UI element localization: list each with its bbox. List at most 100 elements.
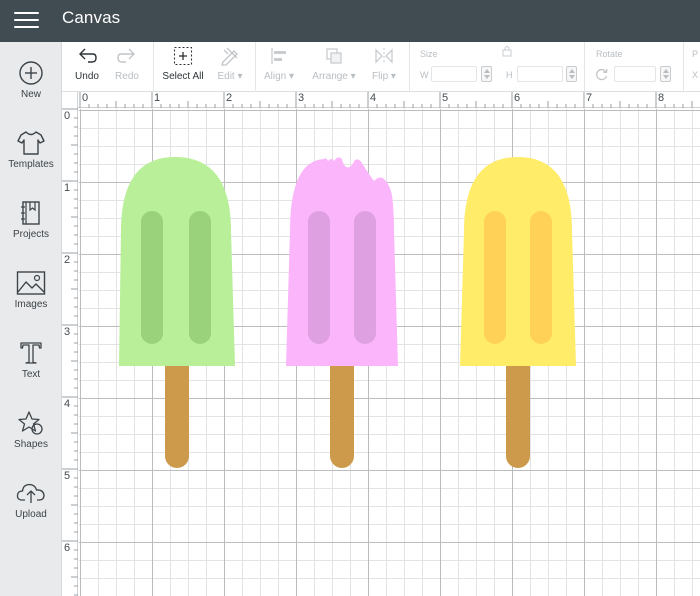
redo-button[interactable]: Redo: [112, 46, 142, 82]
ruler-number: 3: [64, 326, 71, 338]
ruler-number: 6: [514, 92, 521, 104]
menu-icon[interactable]: [14, 10, 40, 32]
redo-icon: [117, 48, 135, 63]
rotate-stepper[interactable]: [660, 66, 671, 82]
popsicle-stripe: [354, 211, 376, 344]
align-dropdown[interactable]: Align ▾: [262, 46, 296, 82]
popsicle-body: [286, 157, 398, 366]
toolbar-divider: [584, 42, 585, 92]
ruler-number: 4: [370, 92, 377, 104]
sidebar-item-text[interactable]: Text: [0, 340, 62, 400]
toolbar-divider: [255, 42, 256, 92]
popsicle-stripe: [530, 211, 552, 344]
sidebar-item-images[interactable]: Images: [0, 270, 62, 330]
sidebar-item-shapes[interactable]: Shapes: [0, 410, 62, 470]
ruler-number: 2: [64, 254, 71, 266]
ruler-number: 5: [442, 92, 449, 104]
sidebar-item-upload[interactable]: Upload: [0, 480, 62, 540]
edit-dropdown[interactable]: Edit ▾: [212, 46, 248, 82]
popsicle-stripe: [484, 211, 506, 344]
ruler-number: 1: [154, 92, 161, 104]
arrange-dropdown[interactable]: Arrange ▾: [309, 46, 359, 82]
green-popsicle[interactable]: [117, 155, 237, 471]
left-ruler: 0 1 2 3 4 5 6: [62, 92, 78, 596]
rotate-input[interactable]: [614, 66, 656, 82]
app-title: Canvas: [62, 8, 121, 27]
popsicle-stick: [330, 355, 354, 468]
top-bar: Canvas: [0, 0, 700, 42]
popsicle-stick: [506, 355, 530, 468]
popsicle-stripe: [141, 211, 163, 344]
flip-label: Flip ▾: [372, 71, 396, 82]
flip-icon: [375, 48, 393, 64]
width-stepper[interactable]: [481, 66, 492, 82]
shapes-icon: [18, 411, 43, 435]
lock-icon[interactable]: [502, 45, 512, 57]
toolbar-divider: [153, 42, 154, 92]
text-t-icon: [20, 342, 42, 364]
sidebar-item-projects[interactable]: Projects: [0, 200, 62, 260]
yellow-popsicle[interactable]: [458, 155, 578, 471]
sidebar-item-label: Text: [21, 369, 41, 380]
height-stepper[interactable]: [566, 66, 577, 82]
rotate-icon: [596, 68, 608, 81]
ruler-number: 8: [658, 92, 665, 104]
height-label: H: [506, 70, 513, 80]
edit-pencil-ruler-icon: [221, 47, 238, 66]
arrange-icon: [326, 48, 342, 64]
select-all-button[interactable]: Select All: [160, 46, 206, 82]
select-all-label: Select All: [162, 71, 204, 82]
popsicle-body: [460, 157, 576, 366]
arrange-label: Arrange ▾: [312, 71, 356, 82]
popsicle-stripe: [189, 211, 211, 344]
left-sidebar: New Templates Projects Images Text Shape…: [0, 42, 62, 596]
ruler-number: 0: [64, 110, 71, 122]
toolbar: Undo Redo Select All Edit ▾ Align ▾ Arra…: [62, 42, 700, 92]
pink-popsicle[interactable]: [284, 155, 404, 471]
ruler-number: 2: [226, 92, 233, 104]
select-all-icon: [173, 46, 193, 66]
toolbar-divider: [409, 42, 410, 92]
toolbar-divider: [683, 42, 684, 92]
redo-label: Redo: [115, 71, 139, 82]
design-canvas[interactable]: [79, 109, 700, 596]
edit-label: Edit ▾: [217, 71, 243, 82]
sidebar-item-new[interactable]: New: [0, 60, 62, 120]
ruler-number: 1: [64, 182, 71, 194]
ruler-number: 5: [64, 470, 71, 482]
popsicle-stick: [165, 355, 189, 468]
left-ruler-ticks: [62, 108, 78, 596]
popsicle-body: [119, 157, 235, 366]
undo-label: Undo: [75, 71, 99, 82]
ruler-number: 7: [586, 92, 593, 104]
sidebar-item-templates[interactable]: Templates: [0, 130, 62, 190]
width-input[interactable]: [431, 66, 477, 82]
plus-circle-icon: [19, 61, 43, 85]
undo-icon: [79, 48, 97, 63]
undo-button[interactable]: Undo: [72, 46, 102, 82]
flip-dropdown[interactable]: Flip ▾: [366, 46, 402, 82]
ruler-number: 3: [298, 92, 305, 104]
position-label: P: [692, 49, 699, 59]
sidebar-item-label: Images: [14, 299, 48, 310]
bookmark-book-icon: [21, 201, 40, 225]
ruler-number: 0: [82, 92, 89, 104]
sidebar-item-label: Templates: [8, 159, 54, 170]
tshirt-icon: [17, 131, 45, 155]
align-icon: [271, 48, 286, 64]
image-icon: [16, 271, 46, 295]
align-label: Align ▾: [263, 71, 295, 82]
cloud-upload-icon: [16, 483, 45, 503]
sidebar-item-label: Shapes: [14, 439, 48, 450]
popsicle-stripe: [308, 211, 330, 344]
ruler-number: 6: [64, 542, 71, 554]
sidebar-item-label: New: [20, 89, 41, 100]
height-input[interactable]: [517, 66, 563, 82]
width-label: W: [420, 70, 429, 80]
sidebar-item-label: Upload: [15, 509, 47, 520]
ruler-number: 4: [64, 398, 71, 410]
sidebar-item-label: Projects: [12, 229, 50, 240]
x-label: X: [692, 70, 699, 80]
size-label: Size: [420, 49, 438, 59]
rotate-label: Rotate: [596, 49, 623, 59]
